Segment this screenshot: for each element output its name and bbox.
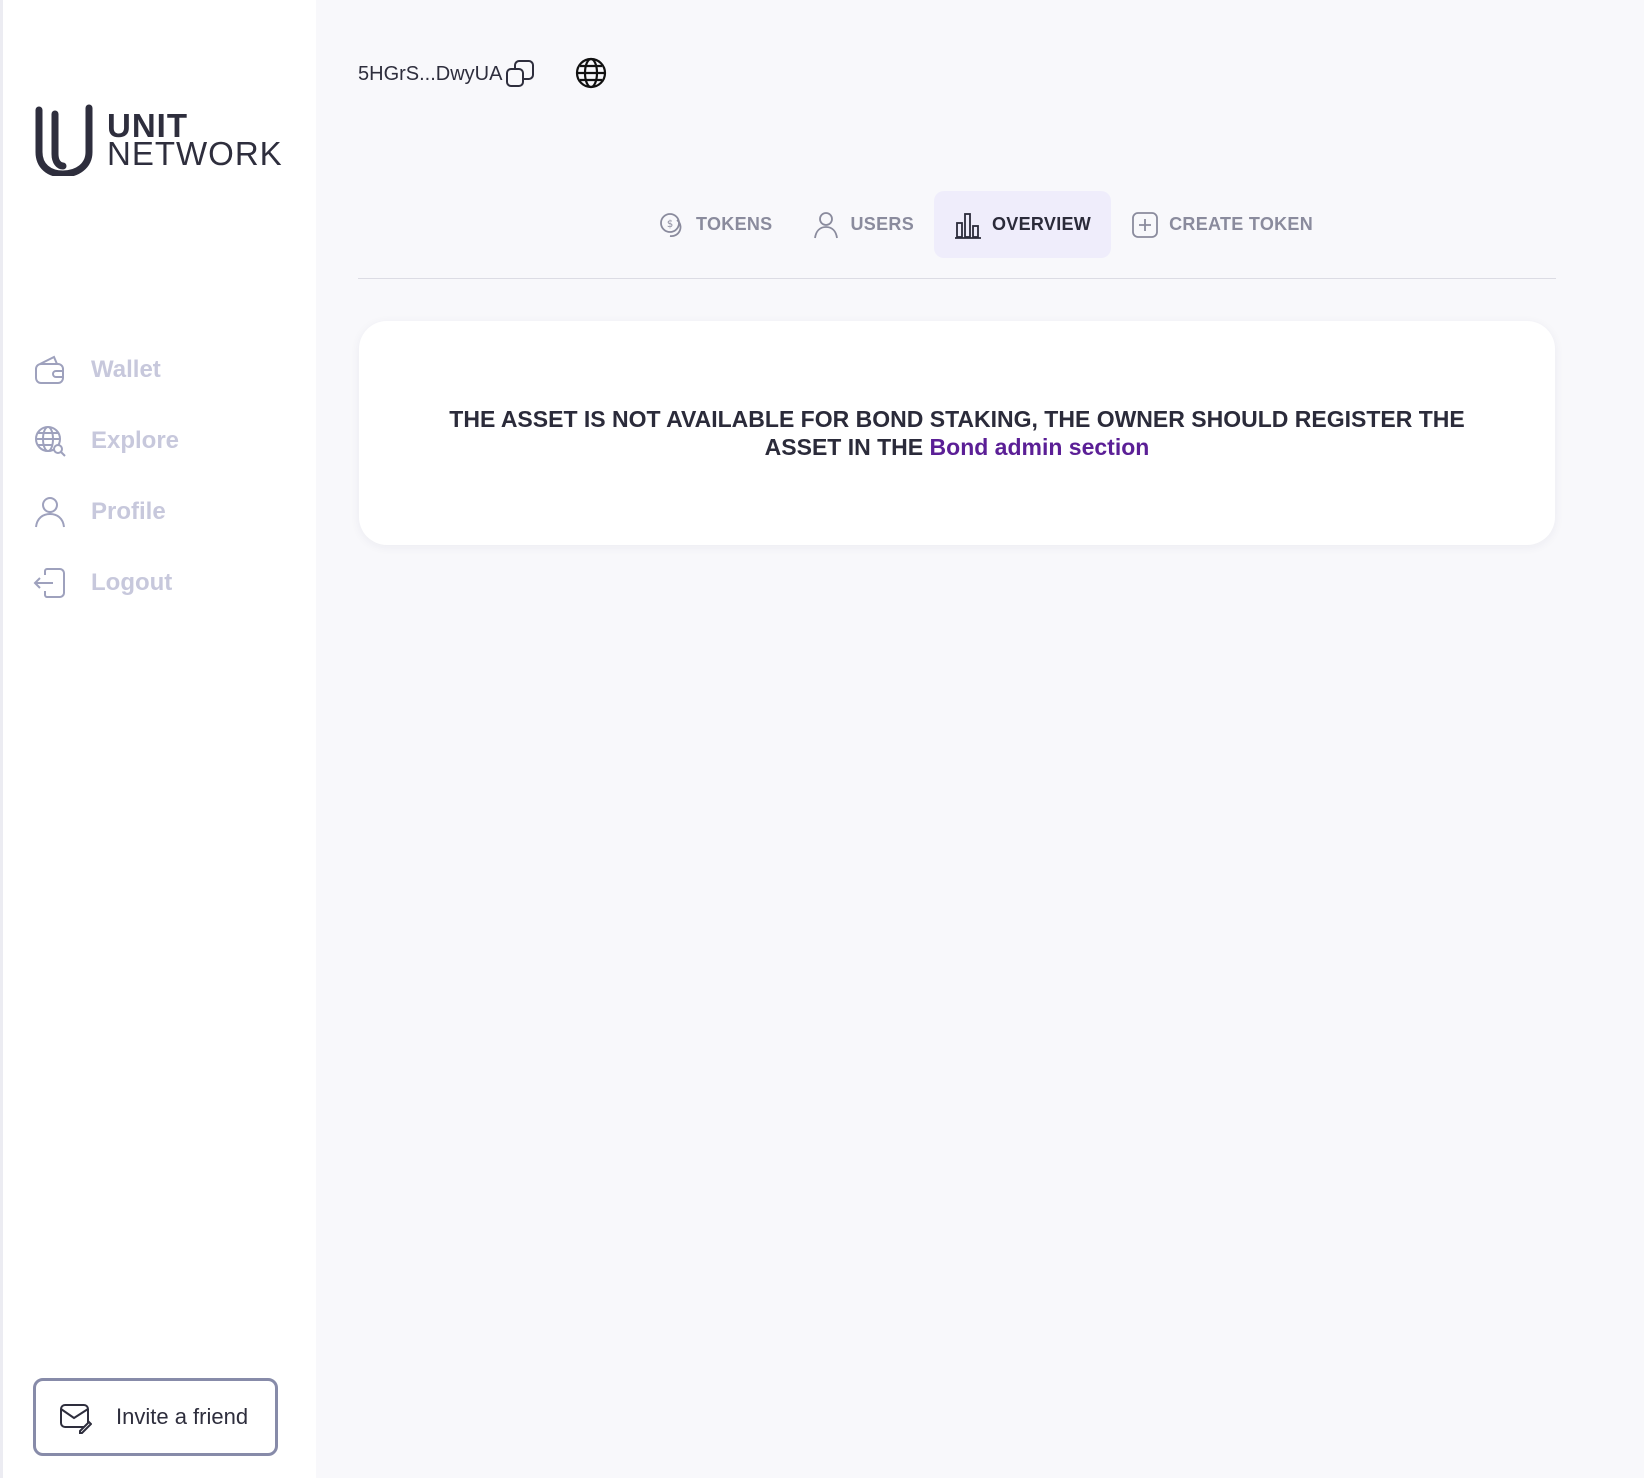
sidebar: UNIT NETWORK Wallet Explore Profile Logo… xyxy=(0,0,316,1478)
tab-label: OVERVIEW xyxy=(992,214,1092,234)
user-icon xyxy=(814,211,839,238)
explore-globe-icon xyxy=(35,425,66,457)
sidebar-item-logout[interactable]: Logout xyxy=(33,547,179,618)
sidebar-item-label: Logout xyxy=(91,568,173,596)
unit-network-logo-icon xyxy=(35,104,93,176)
tab-users[interactable]: USERS xyxy=(792,191,934,258)
tab-overview[interactable]: OVERVIEW xyxy=(934,191,1112,258)
sidebar-item-label: Profile xyxy=(91,497,166,525)
language-globe-icon[interactable] xyxy=(574,56,608,90)
tab-create-token[interactable]: CREATE TOKEN xyxy=(1111,191,1333,258)
tab-label: USERS xyxy=(850,214,914,234)
invite-friend-button[interactable]: Invite a friend xyxy=(33,1378,278,1456)
plus-square-icon xyxy=(1132,211,1158,238)
notice-card: THE ASSET IS NOT AVAILABLE FOR BOND STAK… xyxy=(359,321,1555,545)
user-icon xyxy=(35,496,65,527)
sidebar-item-wallet[interactable]: Wallet xyxy=(33,334,179,405)
wallet-address-text: 5HGrS...DwyUA xyxy=(358,62,503,85)
brand-name-line2: NETWORK xyxy=(107,135,283,172)
tab-label: CREATE TOKEN xyxy=(1169,214,1314,234)
sidebar-item-profile[interactable]: Profile xyxy=(33,476,179,547)
tab-tokens[interactable]: $ TOKENS xyxy=(638,191,792,258)
notice-message: THE ASSET IS NOT AVAILABLE FOR BOND STAK… xyxy=(409,405,1505,461)
app-root: UNIT NETWORK Wallet Explore Profile Logo… xyxy=(0,0,1644,1478)
tab-divider xyxy=(358,278,1556,279)
sidebar-nav: Wallet Explore Profile Logout xyxy=(33,334,179,618)
svg-text:$: $ xyxy=(667,219,673,230)
invite-friend-label: Invite a friend xyxy=(116,1404,249,1429)
mail-edit-icon xyxy=(60,1404,92,1434)
tab-bar: $ TOKENS USERS OVERVIEW CREATE TOKEN xyxy=(638,191,1333,258)
brand-name: UNIT NETWORK xyxy=(107,109,283,172)
sidebar-item-explore[interactable]: Explore xyxy=(33,405,179,476)
sidebar-item-label: Explore xyxy=(91,426,180,454)
wallet-address: 5HGrS...DwyUA xyxy=(358,58,536,90)
sidebar-item-label: Wallet xyxy=(91,355,161,383)
brand-logo[interactable]: UNIT NETWORK xyxy=(35,104,283,176)
copy-icon[interactable] xyxy=(504,58,536,90)
bar-chart-icon xyxy=(955,212,981,239)
logout-icon xyxy=(33,567,65,598)
coin-icon: $ xyxy=(660,212,682,237)
bond-admin-link[interactable]: Bond admin section xyxy=(930,434,1150,460)
tab-label: TOKENS xyxy=(696,214,773,234)
wallet-icon xyxy=(35,355,64,384)
